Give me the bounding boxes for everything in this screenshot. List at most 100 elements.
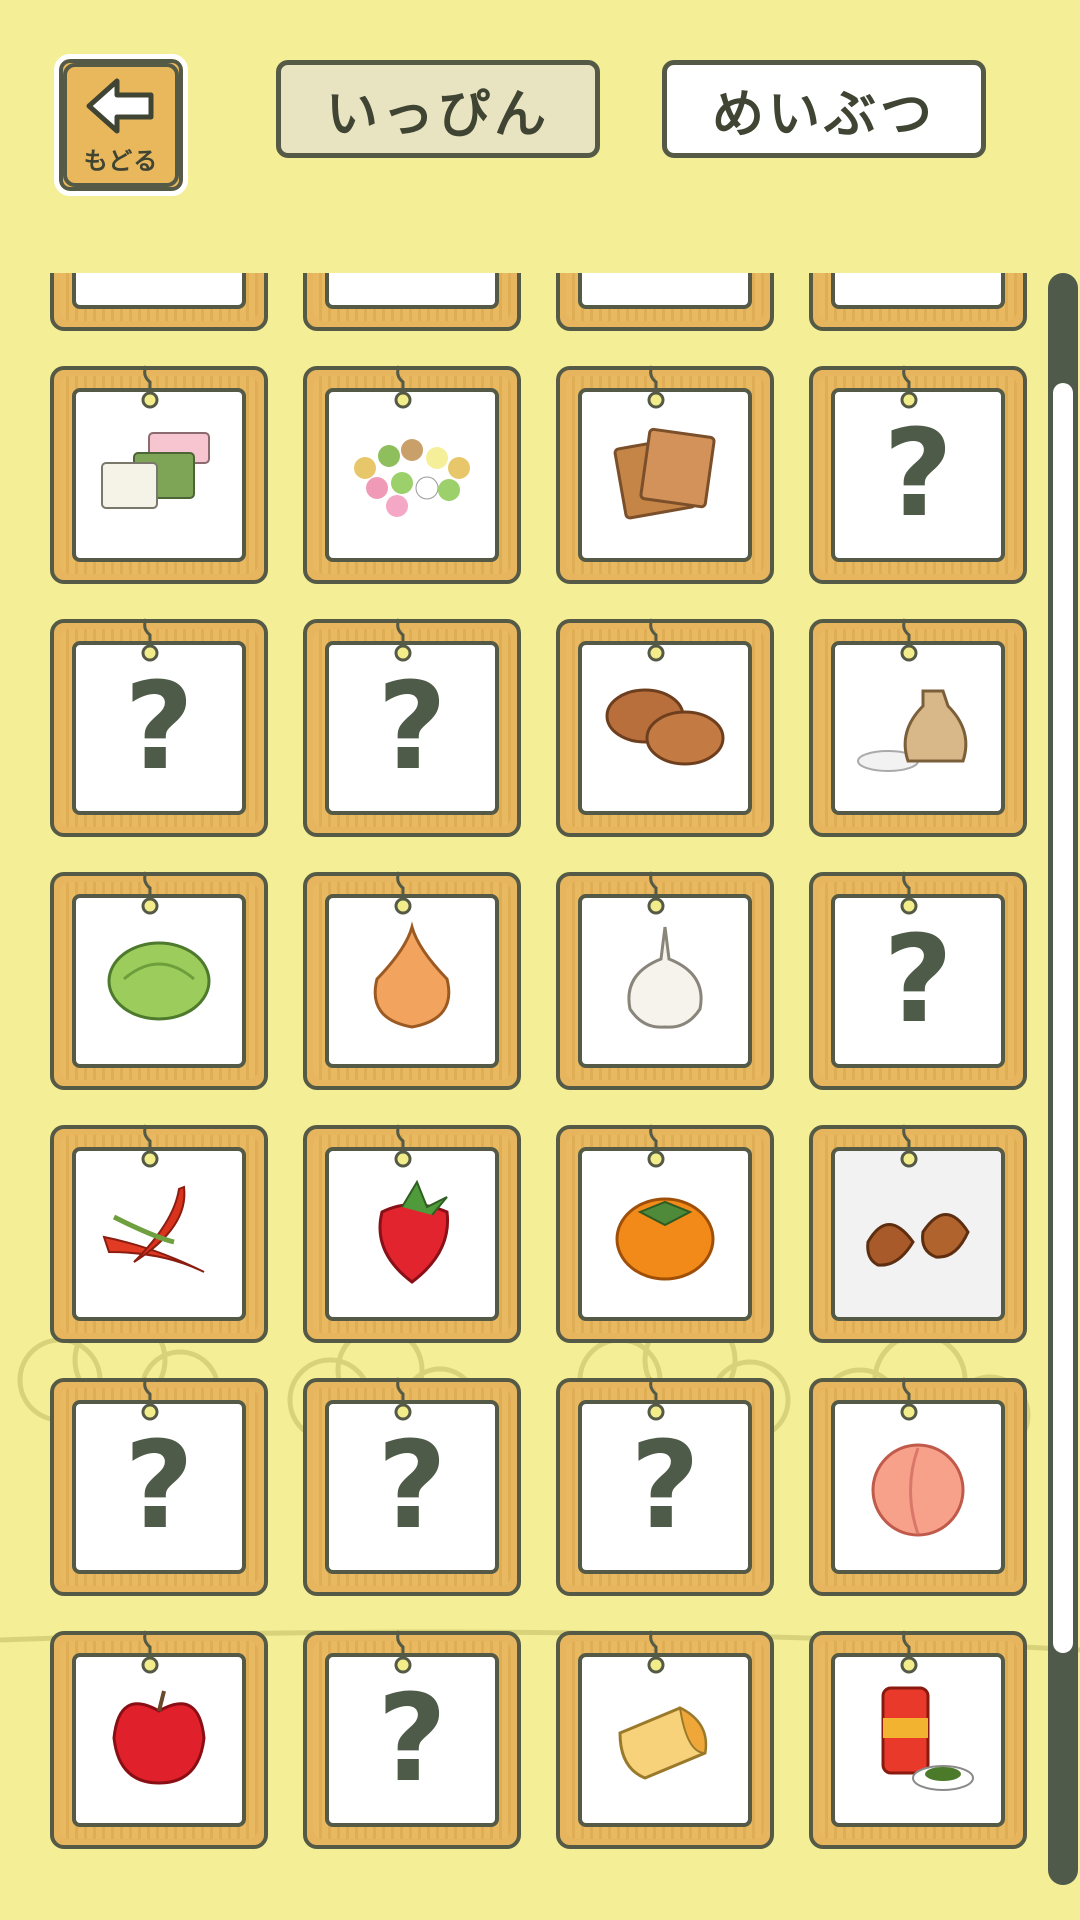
item-card[interactable] — [556, 365, 774, 584]
card-face: ? — [325, 641, 499, 815]
hook-icon — [394, 1124, 412, 1168]
item-card[interactable]: ? — [50, 618, 268, 837]
unknown-item-icon: ? — [377, 1670, 447, 1809]
strawberry-icon — [362, 1177, 462, 1291]
card-face — [325, 894, 499, 1068]
item-card[interactable] — [809, 1377, 1027, 1596]
unknown-item-icon: ? — [630, 273, 700, 282]
item-card[interactable] — [809, 1124, 1027, 1343]
item-card[interactable] — [50, 365, 268, 584]
hook-icon — [394, 1630, 412, 1674]
scrollbar-thumb[interactable] — [1053, 383, 1073, 1653]
chili-peppers-icon — [94, 1177, 224, 1291]
unknown-item-icon: ? — [124, 273, 194, 282]
apple-icon — [104, 1683, 214, 1797]
item-card[interactable] — [809, 618, 1027, 837]
hook-icon — [141, 871, 159, 915]
unknown-item-icon: ? — [883, 911, 953, 1050]
card-face: ? — [831, 388, 1005, 562]
card-face — [578, 1653, 752, 1827]
hook-icon — [394, 1377, 412, 1421]
item-card[interactable] — [556, 618, 774, 837]
card-face: ? — [831, 894, 1005, 1068]
chestnuts-icon — [858, 1187, 978, 1281]
item-card[interactable]: ? — [50, 273, 268, 331]
hook-icon — [900, 1377, 918, 1421]
item-card[interactable]: ? — [809, 871, 1027, 1090]
item-card[interactable]: ? — [809, 365, 1027, 584]
rice-bag-icon — [853, 671, 983, 785]
item-card[interactable]: ? — [303, 1377, 521, 1596]
card-face: ? — [325, 1653, 499, 1827]
item-card[interactable] — [303, 1124, 521, 1343]
card-face — [325, 1147, 499, 1321]
hook-icon — [141, 1377, 159, 1421]
item-card[interactable] — [556, 1124, 774, 1343]
colorful-dumplings-icon — [347, 428, 477, 522]
hook-icon — [900, 618, 918, 662]
item-card[interactable] — [50, 871, 268, 1090]
manju-buns-icon — [600, 676, 730, 780]
scrollbar-track[interactable] — [1048, 273, 1078, 1885]
persimmon-icon — [605, 1177, 725, 1291]
hook-icon — [394, 618, 412, 662]
hook-icon — [900, 871, 918, 915]
item-card[interactable] — [809, 273, 1027, 331]
item-card[interactable]: ? — [303, 618, 521, 837]
hook-icon — [900, 365, 918, 409]
card-face: ? — [578, 1400, 752, 1574]
card-face — [831, 1653, 1005, 1827]
hook-icon — [647, 365, 665, 409]
tab-meibutsu[interactable]: めいぶつ — [662, 60, 986, 158]
card-face: ? — [72, 273, 246, 309]
unknown-item-icon: ? — [124, 658, 194, 797]
grilled-skewer-icon — [848, 273, 988, 284]
card-face — [72, 894, 246, 1068]
skewer-icon — [352, 273, 472, 284]
item-card[interactable] — [50, 1124, 268, 1343]
card-face — [72, 1147, 246, 1321]
hook-icon — [141, 618, 159, 662]
item-card[interactable] — [303, 871, 521, 1090]
card-face — [578, 894, 752, 1068]
arrow-left-icon — [86, 78, 154, 134]
tea-canister-icon — [858, 1678, 978, 1802]
item-card[interactable]: ? — [556, 1377, 774, 1596]
hook-icon — [900, 1630, 918, 1674]
hook-icon — [141, 365, 159, 409]
item-card[interactable] — [809, 1630, 1027, 1849]
card-face: ? — [72, 641, 246, 815]
hook-icon — [141, 1124, 159, 1168]
item-card[interactable] — [50, 1630, 268, 1849]
back-button[interactable]: もどる — [54, 54, 188, 196]
card-face — [831, 1147, 1005, 1321]
item-card[interactable]: ? — [303, 1630, 521, 1849]
item-card[interactable] — [303, 365, 521, 584]
item-card[interactable] — [556, 871, 774, 1090]
card-face — [325, 273, 499, 309]
garlic-icon — [615, 919, 715, 1043]
hook-icon — [900, 1124, 918, 1168]
hook-icon — [647, 1630, 665, 1674]
cheese-icon — [605, 1683, 725, 1797]
item-card[interactable]: ? — [556, 273, 774, 331]
unknown-item-icon: ? — [124, 1417, 194, 1556]
tab-ippin[interactable]: いっぴん — [276, 60, 600, 158]
onion-icon — [362, 919, 462, 1043]
item-grid-viewport[interactable]: ?????????? — [0, 273, 1040, 1885]
card-face — [831, 1400, 1005, 1574]
item-card[interactable] — [303, 273, 521, 331]
card-face — [325, 388, 499, 562]
rice-crackers-icon — [605, 418, 725, 532]
item-card[interactable]: ? — [50, 1377, 268, 1596]
hook-icon — [647, 871, 665, 915]
cabbage-icon — [99, 929, 219, 1033]
item-grid: ?????????? — [50, 273, 1027, 1849]
hook-icon — [394, 871, 412, 915]
item-card[interactable] — [556, 1630, 774, 1849]
card-face — [578, 388, 752, 562]
layered-sweets-icon — [94, 423, 224, 527]
unknown-item-icon: ? — [630, 1417, 700, 1556]
peach-icon — [863, 1430, 973, 1544]
hook-icon — [394, 365, 412, 409]
